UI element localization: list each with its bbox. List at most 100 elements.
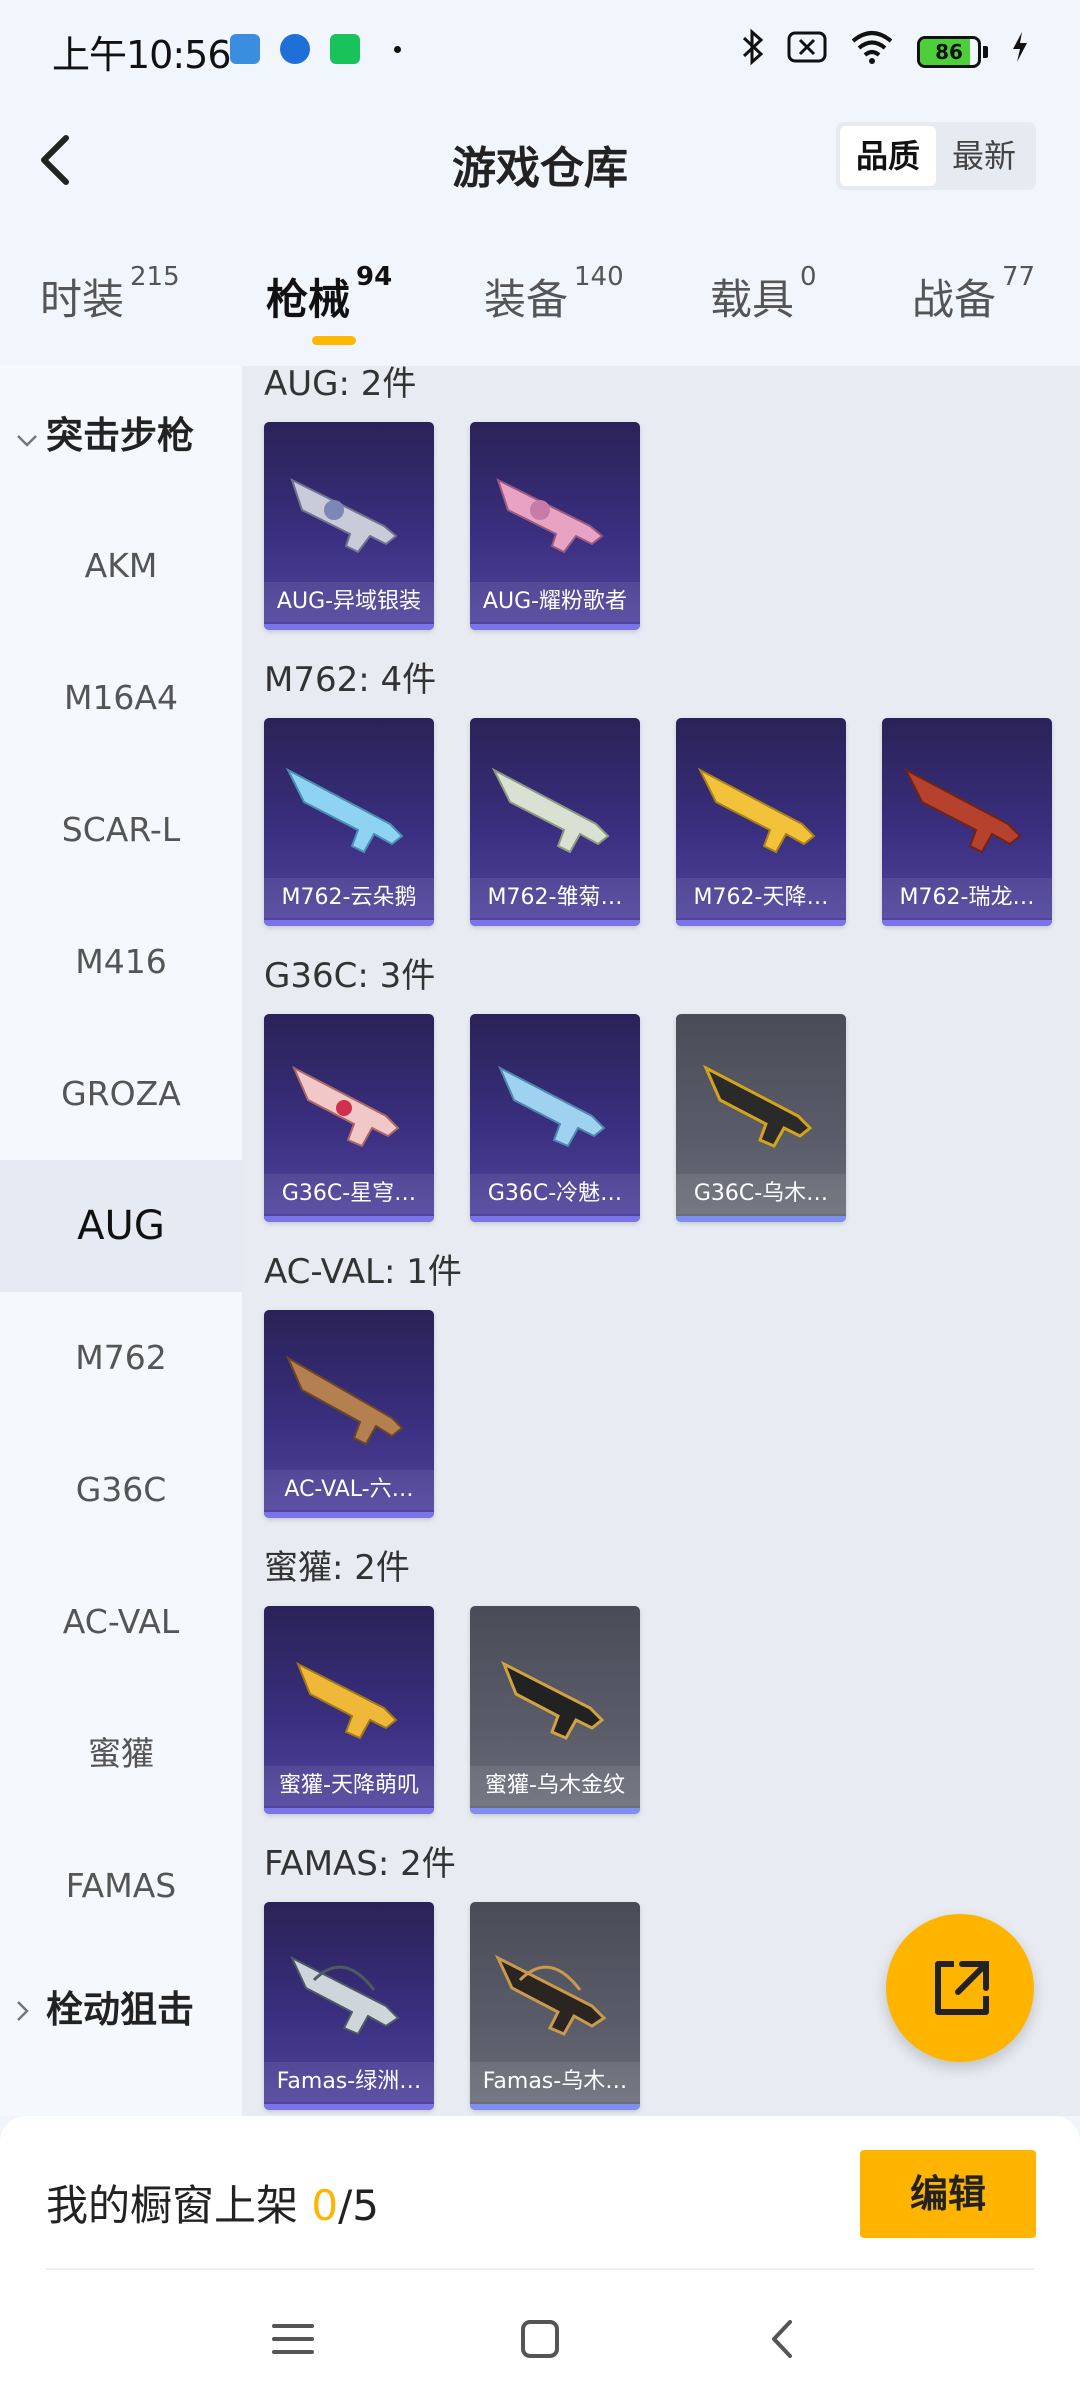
skin-card[interactable]: AUG-耀粉歌者 bbox=[470, 422, 640, 630]
skin-card[interactable]: M762-瑞龙… bbox=[882, 718, 1052, 926]
skin-card-label: G36C-星穹… bbox=[264, 1174, 434, 1214]
tab-count: 140 bbox=[574, 262, 624, 292]
showcase-total-count: /5 bbox=[338, 2181, 379, 2230]
skin-card[interactable]: M762-云朵鹅 bbox=[264, 718, 434, 926]
card-app-icon bbox=[230, 34, 260, 64]
tab-count: 77 bbox=[1002, 262, 1036, 292]
sidebar-item-groza[interactable]: GROZA bbox=[0, 1028, 242, 1160]
skin-card[interactable]: Famas-绿洲… bbox=[264, 1902, 434, 2110]
wifi-icon bbox=[849, 29, 895, 74]
famas-skin-image bbox=[289, 1955, 400, 2036]
sidebar-item-ac-val[interactable]: AC-VAL bbox=[0, 1556, 242, 1688]
tab-vehicles[interactable]: 载具 0 bbox=[710, 262, 817, 327]
skin-card-label: G36C-乌木… bbox=[676, 1174, 846, 1214]
category-tabs: 时装 215 枪械 94 装备 140 载具 0 战备 77 bbox=[0, 230, 1080, 360]
home-square-icon bbox=[521, 2320, 559, 2358]
tab-count: 215 bbox=[130, 262, 180, 292]
ac-val-skin-image bbox=[285, 1355, 404, 1446]
skin-card-label: G36C-冷魅… bbox=[470, 1174, 640, 1214]
sort-newest-option[interactable]: 最新 bbox=[936, 126, 1032, 186]
chevron-right-icon bbox=[16, 1983, 46, 2043]
battery-icon: 86 bbox=[917, 35, 988, 68]
skin-card-label: Famas-绿洲… bbox=[264, 2062, 434, 2102]
weapon-sidebar: 突击步枪 AKM M16A4 SCAR-L M416 GROZA AUG M76… bbox=[0, 366, 242, 2116]
sidebar-category-bolt-action-snipers[interactable]: 栓动狙击 bbox=[16, 1980, 194, 2043]
skin-card[interactable]: AC-VAL-六… bbox=[264, 1310, 434, 1518]
skin-card[interactable]: M762-天降… bbox=[676, 718, 846, 926]
honey-badger-skin-image bbox=[296, 1661, 398, 1740]
g36c-skin-image bbox=[291, 1065, 400, 1148]
sidebar-item-honey-badger[interactable]: 蜜獾 bbox=[0, 1688, 242, 1820]
edit-button[interactable]: 编辑 bbox=[860, 2150, 1036, 2238]
group-title-g36c: G36C: 3件 bbox=[264, 956, 436, 996]
skin-card-label: Famas-乌木… bbox=[470, 2062, 640, 2102]
skin-card[interactable]: AUG-异域银装 bbox=[264, 422, 434, 630]
sidebar-item-scar-l[interactable]: SCAR-L bbox=[0, 764, 242, 896]
sidebar-item-g36c[interactable]: G36C bbox=[0, 1424, 242, 1556]
alipay-icon bbox=[280, 34, 310, 64]
menu-nav-button[interactable] bbox=[258, 2304, 328, 2374]
showcase-current-count: 0 bbox=[311, 2181, 339, 2230]
tab-supplies[interactable]: 战备 77 bbox=[912, 262, 1035, 327]
skin-card[interactable]: 蜜獾-天降萌叽 bbox=[264, 1606, 434, 1814]
group-title-m762: M762: 4件 bbox=[264, 660, 437, 700]
aug-skin-image bbox=[290, 478, 398, 554]
aug-skin-image bbox=[496, 478, 604, 554]
skin-card[interactable]: G36C-星穹… bbox=[264, 1014, 434, 1222]
sort-quality-option[interactable]: 品质 bbox=[839, 126, 936, 186]
group-title-honey-badger: 蜜獾: 2件 bbox=[264, 1548, 410, 1588]
m762-skin-image bbox=[285, 767, 404, 854]
wechat-icon bbox=[330, 34, 360, 64]
back-nav-button[interactable] bbox=[748, 2304, 818, 2374]
menu-icon bbox=[272, 2324, 314, 2354]
skin-card-label: AUG-耀粉歌者 bbox=[470, 582, 640, 622]
skin-card[interactable]: Famas-乌木… bbox=[470, 1902, 640, 2110]
sidebar-item-akm[interactable]: AKM bbox=[0, 500, 242, 632]
home-nav-button[interactable] bbox=[505, 2304, 575, 2374]
m762-skin-image bbox=[697, 767, 816, 854]
status-time: 上午10:56 bbox=[52, 33, 232, 77]
tab-firearms[interactable]: 枪械 94 bbox=[266, 262, 392, 327]
skin-card[interactable]: 蜜獾-乌木金纹 bbox=[470, 1606, 640, 1814]
group-title-ac-val: AC-VAL: 1件 bbox=[264, 1252, 462, 1292]
showcase-label: 我的橱窗上架 0/5 bbox=[46, 2181, 379, 2230]
g36c-skin-image bbox=[702, 1064, 813, 1148]
skin-card-label: AUG-异域银装 bbox=[264, 582, 434, 622]
g36c-skin-image bbox=[497, 1065, 606, 1148]
charging-icon bbox=[1010, 30, 1030, 73]
bluetooth-icon bbox=[741, 28, 765, 75]
sidebar-item-m16a4[interactable]: M16A4 bbox=[0, 632, 242, 764]
skin-card-label: M762-瑞龙… bbox=[882, 878, 1052, 918]
sidebar-item-aug[interactable]: AUG bbox=[0, 1160, 242, 1292]
m762-skin-image bbox=[491, 767, 610, 854]
skin-card-label: M762-云朵鹅 bbox=[264, 878, 434, 918]
system-nav-bar bbox=[0, 2276, 1080, 2400]
skin-card[interactable]: G36C-乌木… bbox=[676, 1014, 846, 1222]
status-bar: 上午10:56 86 bbox=[0, 0, 1080, 100]
group-title-aug: AUG: 2件 bbox=[264, 366, 417, 404]
sidebar-category-assault-rifles[interactable]: 突击步枪 bbox=[16, 406, 194, 469]
tab-count: 94 bbox=[356, 262, 393, 292]
tab-fashion[interactable]: 时装 215 bbox=[40, 262, 180, 327]
battery-level: 86 bbox=[935, 39, 963, 64]
group-title-famas: FAMAS: 2件 bbox=[264, 1844, 456, 1884]
showcase-panel: 我的橱窗上架 0/5 编辑 bbox=[0, 2116, 1080, 2276]
skin-card-label: M762-雏菊… bbox=[470, 878, 640, 918]
back-chevron-icon bbox=[772, 2320, 792, 2358]
divider bbox=[46, 2268, 1034, 2270]
weapon-skin-grid: AUG: 2件 AUG-异域银装 AUG-耀粉歌者 M762: 4件 M762-… bbox=[242, 366, 1080, 2116]
share-button[interactable] bbox=[886, 1914, 1034, 2062]
skin-card-label: 蜜獾-乌木金纹 bbox=[470, 1766, 640, 1806]
header: 游戏仓库 品质 最新 bbox=[0, 100, 1080, 220]
sidebar-item-m762[interactable]: M762 bbox=[0, 1292, 242, 1424]
tab-count: 0 bbox=[800, 262, 817, 292]
sidebar-item-famas[interactable]: FAMAS bbox=[0, 1820, 242, 1952]
chevron-down-icon bbox=[16, 409, 46, 469]
sidebar-item-m416[interactable]: M416 bbox=[0, 896, 242, 1028]
share-icon bbox=[935, 1961, 989, 2015]
more-notifications-dot bbox=[394, 46, 401, 53]
skin-card[interactable]: M762-雏菊… bbox=[470, 718, 640, 926]
skin-card[interactable]: G36C-冷魅… bbox=[470, 1014, 640, 1222]
tab-equipment[interactable]: 装备 140 bbox=[484, 262, 624, 327]
m762-skin-image bbox=[903, 767, 1022, 854]
